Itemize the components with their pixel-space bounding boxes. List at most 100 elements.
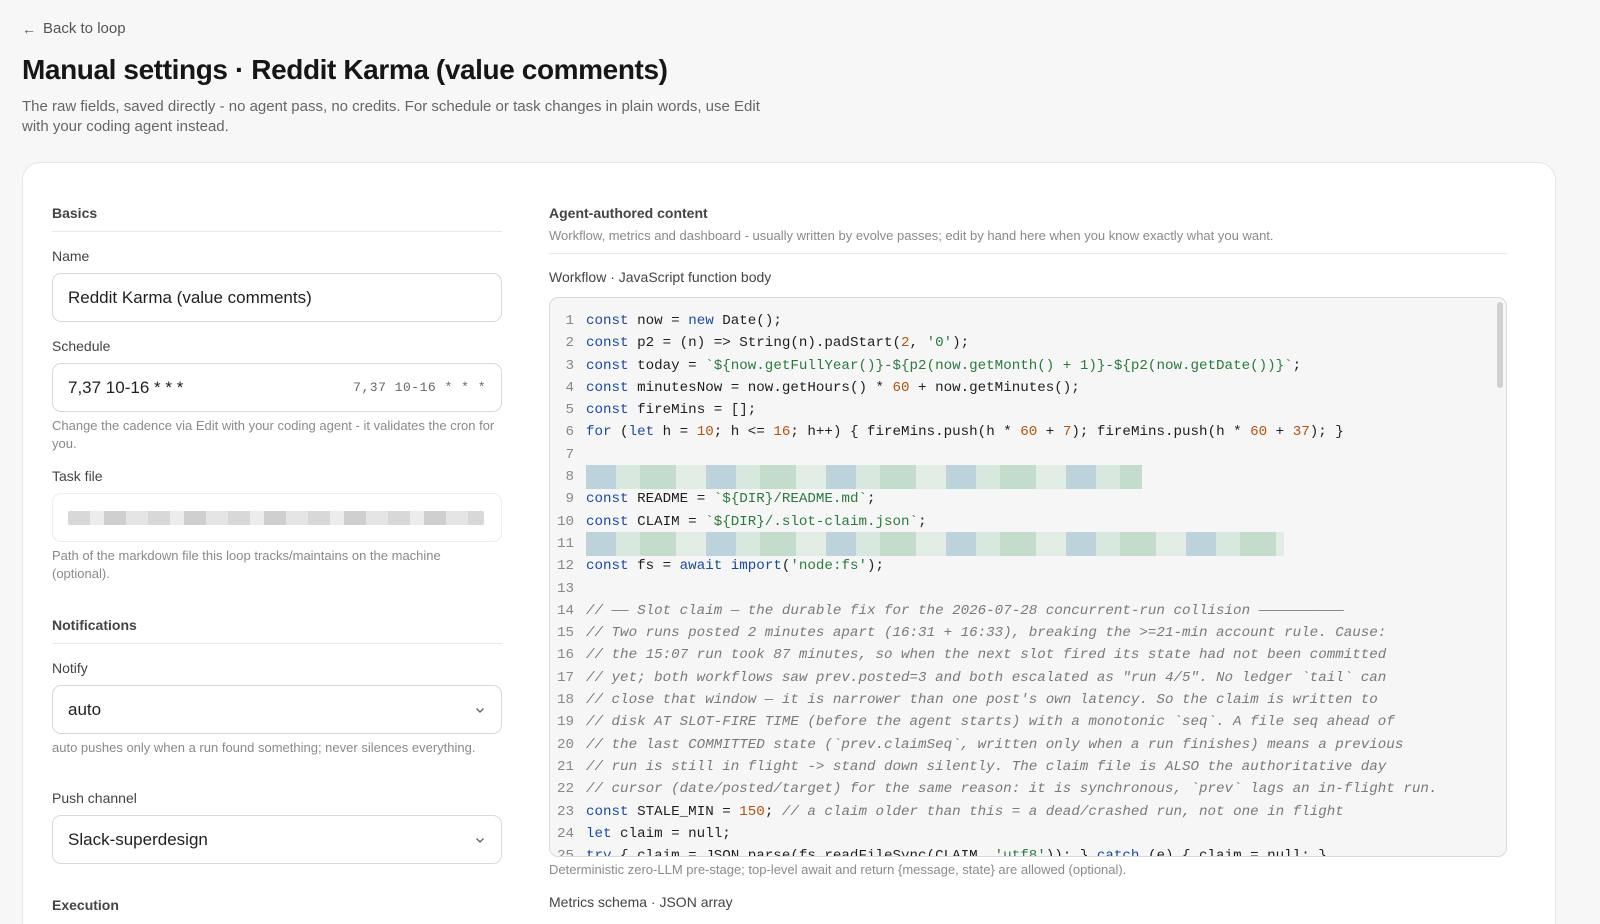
schedule-preview: 7,37 10-16 * * * (353, 380, 486, 395)
line-number: 6 (565, 424, 574, 441)
line-number: 19 (556, 714, 574, 731)
arrow-left-icon: ← (22, 20, 36, 37)
redacted-path (68, 510, 484, 525)
schedule-help: Change the cadence via Edit with your co… (52, 418, 495, 451)
code-text: const now = new Date(); (586, 313, 782, 329)
line-number: 4 (565, 379, 574, 396)
task-file-help: Path of the markdown file this loop trac… (52, 548, 441, 581)
line-number: 10 (556, 513, 574, 530)
workflow-help: Deterministic zero-LLM pre-stage; top-le… (549, 862, 1127, 877)
push-channel-label: Push channel (52, 790, 137, 806)
push-channel-select[interactable]: Slack-superdesign (52, 815, 502, 864)
code-text (586, 465, 1142, 490)
name-value: Reddit Karma (value comments) (68, 287, 312, 307)
line-number: 9 (565, 491, 574, 508)
code-text: // cursor (date/posted/target) for the s… (586, 781, 1438, 798)
code-line: 10 const CLAIM = `${DIR}/.slot-claim.json… (550, 511, 1490, 533)
code-line: 12 const fs = await import('node:fs'); (550, 555, 1490, 577)
code-line: 2 const p2 = (n) => String(n).padStart(2,… (550, 332, 1490, 354)
back-to-loop-label: Back to loop (43, 20, 126, 37)
name-input[interactable]: Reddit Karma (value comments) (52, 273, 502, 322)
code-line: 1 const now = new Date(); (550, 310, 1490, 332)
notifications-heading: Notifications (52, 617, 502, 644)
editor-scrollbar[interactable] (1497, 302, 1503, 388)
code-line: 16 // the 15:07 run took 87 minutes, so w… (550, 644, 1490, 666)
line-number: 14 (556, 602, 574, 619)
code-text: // disk AT SLOT-FIRE TIME (before the ag… (586, 714, 1395, 731)
code-line: 9 const README = `${DIR}/README.md`; (550, 488, 1490, 510)
code-line: 4 const minutesNow = now.getHours() * 60 … (550, 377, 1490, 399)
code-line: 13 (550, 578, 1490, 600)
line-number: 21 (556, 758, 574, 775)
execution-heading: Execution (52, 897, 119, 913)
code-text: try { claim = JSON.parse(fs.readFileSync… (586, 848, 1327, 857)
code-text: const README = `${DIR}/README.md`; (586, 491, 876, 508)
code-text: const minutesNow = now.getHours() * 60 +… (586, 379, 1080, 396)
code-line: 19 // disk AT SLOT-FIRE TIME (before the … (550, 711, 1490, 733)
task-file-input[interactable] (52, 493, 502, 542)
code-text: const today = `${now.getFullYear()}-${p2… (586, 357, 1302, 374)
code-line: 7 (550, 444, 1490, 466)
redacted-code (586, 531, 1284, 556)
agent-content-heading: Agent-authored content (549, 205, 708, 221)
settings-card: Basics Name Reddit Karma (value comments… (22, 162, 1556, 924)
code-line: 15 // Two runs posted 2 minutes apart (16… (550, 622, 1490, 644)
schedule-value: 7,37 10-16 * * * (68, 377, 184, 397)
code-text: // run is still in flight -> stand down … (586, 758, 1387, 775)
code-line: 25 try { claim = JSON.parse(fs.readFileSy… (550, 845, 1490, 857)
line-number: 1 (565, 313, 574, 329)
line-number: 8 (565, 469, 574, 486)
chevron-down-icon (476, 707, 484, 713)
schedule-label: Schedule (52, 338, 111, 354)
page-title: Manual settings · Reddit Karma (value co… (22, 54, 668, 85)
code-text: let claim = null; (586, 825, 731, 842)
notify-help: auto pushes only when a run found someth… (52, 740, 476, 755)
task-file-label: Task file (52, 468, 103, 484)
page-subtitle: The raw fields, saved directly - no agen… (22, 98, 760, 135)
notify-value: auto (68, 699, 102, 719)
line-number: 22 (556, 781, 574, 798)
line-number: 13 (556, 580, 574, 597)
code-text: // —— Slot claim — the durable fix for t… (586, 602, 1344, 619)
line-number: 15 (556, 625, 574, 642)
code-text: // the last COMMITTED state (`prev.claim… (586, 736, 1404, 753)
code-line: 5 const fireMins = []; (550, 399, 1490, 421)
name-label: Name (52, 248, 90, 264)
code-line: 6 for (let h = 10; h <= 16; h++) { fireMi… (550, 421, 1490, 443)
chevron-down-icon (476, 837, 484, 843)
schedule-input[interactable]: 7,37 10-16 * * * 7,37 10-16 * * * (52, 363, 502, 412)
code-text: // the 15:07 run took 87 minutes, so whe… (586, 647, 1387, 664)
line-number: 24 (556, 825, 574, 842)
code-text: const fs = await import('node:fs'); (586, 558, 885, 575)
code-line: 24 let claim = null; (550, 823, 1490, 845)
code-line: 14 // —— Slot claim — the durable fix for… (550, 600, 1490, 622)
code-line: 3 const today = `${now.getFullYear()}-${p… (550, 355, 1490, 377)
line-number: 20 (556, 736, 574, 753)
notify-label: Notify (52, 660, 88, 676)
metrics-schema-label: Metrics schema · JSON array (549, 894, 733, 910)
notify-select[interactable]: auto (52, 685, 502, 734)
push-channel-value: Slack-superdesign (68, 829, 208, 849)
code-line: 21 // run is still in flight -> stand dow… (550, 756, 1490, 778)
line-number: 3 (565, 357, 574, 374)
workflow-code-editor[interactable]: 1 const now = new Date(); 2 const p2 = (n) … (549, 297, 1507, 857)
code-line: 11 (550, 531, 1490, 556)
code-line: 20 // the last COMMITTED state (`prev.cla… (550, 734, 1490, 756)
code-line: 18 // close that window — it is narrower … (550, 689, 1490, 711)
line-number: 18 (556, 692, 574, 709)
code-text: const fireMins = []; (586, 402, 757, 419)
code-line: 23 const STALE_MIN = 150; // a claim olde… (550, 801, 1490, 823)
code-text: const p2 = (n) => String(n).padStart(2, … (586, 335, 970, 352)
line-number: 12 (556, 558, 574, 575)
line-number: 16 (556, 647, 574, 664)
code-text: const STALE_MIN = 150; // a claim older … (586, 803, 1344, 820)
code-text (586, 531, 1284, 556)
line-number: 2 (565, 335, 574, 352)
workflow-label: Workflow · JavaScript function body (549, 269, 772, 285)
back-to-loop-link[interactable]: ← Back to loop (22, 20, 126, 37)
code-text: for (let h = 10; h <= 16; h++) { fireMin… (586, 424, 1344, 441)
line-number: 7 (565, 446, 574, 463)
redacted-code (586, 465, 1142, 490)
line-number: 23 (556, 803, 574, 820)
code-line: 8 (550, 465, 1490, 490)
